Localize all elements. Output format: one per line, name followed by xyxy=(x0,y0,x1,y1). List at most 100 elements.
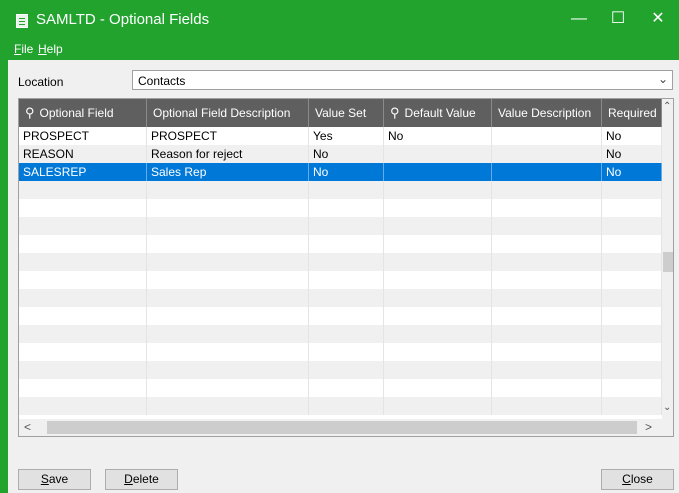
table-cell[interactable] xyxy=(19,271,147,289)
table-cell[interactable] xyxy=(147,289,309,307)
search-icon[interactable]: ⚲ xyxy=(25,105,35,120)
empty-table-row[interactable] xyxy=(19,379,662,397)
table-cell[interactable] xyxy=(384,379,492,397)
table-cell[interactable] xyxy=(19,217,147,235)
table-cell[interactable] xyxy=(309,343,384,361)
table-cell[interactable] xyxy=(384,253,492,271)
delete-button[interactable]: Delete xyxy=(105,469,178,490)
table-cell[interactable] xyxy=(602,199,662,217)
table-cell[interactable] xyxy=(492,307,602,325)
horizontal-scroll-thumb[interactable] xyxy=(47,421,637,434)
table-cell[interactable] xyxy=(384,361,492,379)
empty-table-row[interactable] xyxy=(19,325,662,343)
table-cell[interactable] xyxy=(384,145,492,163)
table-cell[interactable] xyxy=(19,199,147,217)
table-cell[interactable] xyxy=(602,343,662,361)
table-cell[interactable] xyxy=(309,379,384,397)
maximize-button[interactable]: ☐ xyxy=(597,4,639,34)
table-cell[interactable] xyxy=(19,361,147,379)
table-cell[interactable] xyxy=(602,271,662,289)
table-cell[interactable] xyxy=(19,343,147,361)
table-cell[interactable]: Sales Rep xyxy=(147,163,309,181)
table-cell[interactable] xyxy=(309,325,384,343)
table-cell[interactable] xyxy=(19,181,147,199)
table-cell[interactable] xyxy=(147,361,309,379)
empty-table-row[interactable] xyxy=(19,181,662,199)
table-cell[interactable]: No xyxy=(384,127,492,145)
table-cell[interactable]: PROSPECT xyxy=(19,127,147,145)
table-cell[interactable] xyxy=(309,235,384,253)
table-cell[interactable] xyxy=(602,307,662,325)
scroll-left-icon[interactable]: < xyxy=(24,420,31,434)
table-cell[interactable] xyxy=(19,379,147,397)
table-cell[interactable] xyxy=(384,397,492,415)
table-cell[interactable] xyxy=(384,199,492,217)
table-cell[interactable] xyxy=(309,307,384,325)
table-cell[interactable] xyxy=(602,253,662,271)
table-cell[interactable] xyxy=(309,199,384,217)
table-cell[interactable] xyxy=(602,289,662,307)
table-cell[interactable] xyxy=(309,253,384,271)
menu-help[interactable]: Help xyxy=(38,42,63,56)
table-cell[interactable] xyxy=(19,289,147,307)
table-cell[interactable]: No xyxy=(602,163,662,181)
table-cell[interactable] xyxy=(147,307,309,325)
table-cell[interactable] xyxy=(602,235,662,253)
empty-table-row[interactable] xyxy=(19,307,662,325)
table-cell[interactable] xyxy=(384,343,492,361)
empty-table-row[interactable] xyxy=(19,289,662,307)
table-cell[interactable] xyxy=(492,127,602,145)
table-cell[interactable] xyxy=(19,325,147,343)
close-window-button[interactable]: ✕ xyxy=(637,4,679,34)
column-header-required[interactable]: Required xyxy=(602,99,662,127)
table-cell[interactable] xyxy=(492,361,602,379)
table-cell[interactable] xyxy=(602,181,662,199)
table-cell[interactable] xyxy=(384,181,492,199)
table-cell[interactable] xyxy=(147,325,309,343)
table-cell[interactable] xyxy=(492,271,602,289)
scroll-right-icon[interactable]: > xyxy=(645,420,652,434)
table-cell[interactable] xyxy=(602,361,662,379)
table-cell[interactable] xyxy=(492,253,602,271)
table-cell[interactable] xyxy=(19,253,147,271)
horizontal-scrollbar[interactable]: < > xyxy=(19,419,662,436)
table-cell[interactable] xyxy=(492,325,602,343)
table-cell[interactable]: No xyxy=(602,145,662,163)
table-cell[interactable] xyxy=(147,199,309,217)
table-cell[interactable] xyxy=(309,397,384,415)
chevron-down-icon[interactable]: ⌄ xyxy=(658,72,668,86)
table-cell[interactable] xyxy=(602,325,662,343)
table-row[interactable]: PROSPECT PROSPECT Yes No No xyxy=(19,127,662,145)
table-cell[interactable] xyxy=(492,145,602,163)
table-cell[interactable] xyxy=(147,271,309,289)
table-cell[interactable] xyxy=(147,343,309,361)
table-cell[interactable] xyxy=(309,217,384,235)
minimize-button[interactable]: — xyxy=(558,4,600,34)
empty-table-row[interactable] xyxy=(19,235,662,253)
vertical-scrollbar[interactable]: ⌃ ⌄ xyxy=(662,99,673,419)
table-cell[interactable] xyxy=(602,397,662,415)
table-cell[interactable] xyxy=(492,235,602,253)
table-cell[interactable] xyxy=(147,181,309,199)
location-select[interactable]: Contacts ⌄ xyxy=(132,70,673,90)
table-cell[interactable] xyxy=(19,397,147,415)
table-cell[interactable]: No xyxy=(309,145,384,163)
menu-file[interactable]: File xyxy=(14,42,33,56)
empty-table-row[interactable] xyxy=(19,199,662,217)
table-cell[interactable] xyxy=(492,217,602,235)
table-cell[interactable] xyxy=(147,235,309,253)
table-cell[interactable] xyxy=(602,379,662,397)
table-row[interactable]: REASON Reason for reject No No xyxy=(19,145,662,163)
table-cell[interactable] xyxy=(19,235,147,253)
vertical-scroll-thumb[interactable] xyxy=(663,252,673,272)
table-row[interactable]: SALESREP Sales Rep No No xyxy=(19,163,662,181)
column-header-default-value[interactable]: ⚲ Default Value xyxy=(384,99,492,127)
close-button[interactable]: Close xyxy=(601,469,674,490)
table-cell[interactable]: Yes xyxy=(309,127,384,145)
table-cell[interactable] xyxy=(309,361,384,379)
table-cell[interactable] xyxy=(384,325,492,343)
column-header-value-set[interactable]: Value Set xyxy=(309,99,384,127)
table-cell[interactable]: No xyxy=(602,127,662,145)
empty-table-row[interactable] xyxy=(19,397,662,415)
table-cell[interactable] xyxy=(384,235,492,253)
